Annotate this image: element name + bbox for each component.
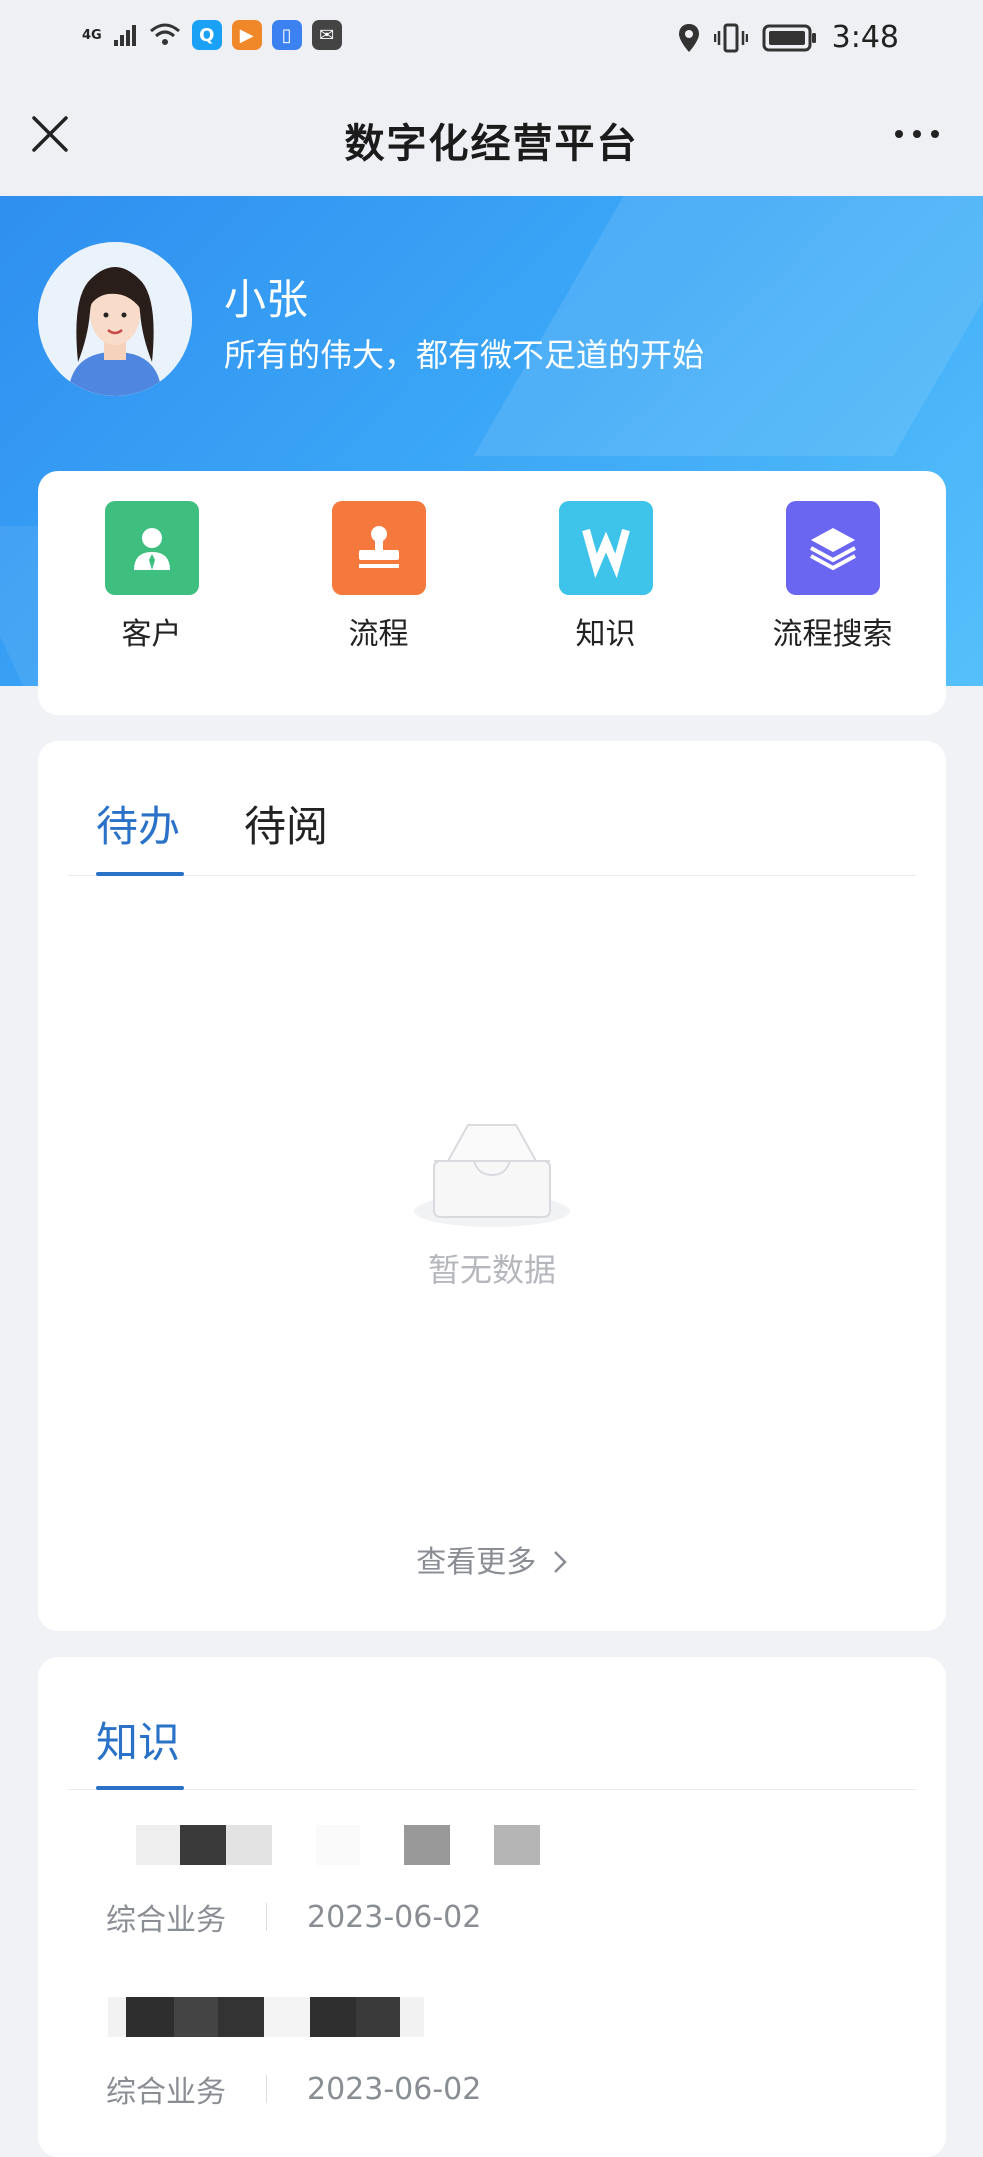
layers-icon [785,501,880,595]
blurred-title [108,1825,908,1865]
active-tab-indicator [96,872,184,876]
knowledge-meta: 综合业务 2023-06-02 [106,1895,908,1939]
empty-box-icon [414,1124,570,1227]
stamp-icon [331,501,426,595]
status-left: 4G Q ▶ ▯ ✉ [82,20,342,50]
location-icon [678,23,699,52]
quick-label-knowledge: 知识 [575,617,636,652]
w-letter-icon [558,501,653,595]
page-title: 数字化经营平台 [344,121,639,167]
quick-item-customer[interactable]: 客户 [52,501,252,653]
knowledge-header: 知识 [68,1657,916,1790]
tab-to-read[interactable]: 待阅 [244,793,328,854]
blurred-title [108,1997,908,2037]
user-motto: 所有的伟大，都有微不足道的开始 [224,336,705,374]
knowledge-item[interactable]: 综合业务 2023-06-02 [106,1825,908,1939]
avatar[interactable] [38,242,192,396]
empty-text: 暂无数据 [427,1251,556,1289]
quick-menu: 客户 流程 知识 流程搜索 [38,471,946,715]
status-bar: 4G Q ▶ ▯ ✉ 3:48 [0,0,983,78]
view-more-label: 查看更多 [416,1545,537,1580]
customer-icon [104,501,199,595]
knowledge-item[interactable]: 综合业务 2023-06-02 [106,1997,908,2111]
quick-item-process-search[interactable]: 流程搜索 [733,501,933,653]
knowledge-card: 知识 综合业务 2023-06-02 综合业务 2023-06-02 [38,1657,946,2157]
user-name: 小张 [224,275,309,324]
knowledge-date: 2023-06-02 [307,2071,482,2107]
clock: 3:48 [831,20,899,55]
knowledge-date: 2023-06-02 [307,1899,482,1935]
phone-app-icon: ▯ [271,20,302,50]
nav-bar: 数字化经营平台 [0,78,983,196]
tab-todo[interactable]: 待办 [96,793,180,854]
quick-item-knowledge[interactable]: 知识 [506,501,706,653]
todo-tabs: 待办 待阅 [68,741,916,876]
quick-label-process: 流程 [348,617,409,652]
vibrate-icon [713,23,748,52]
knowledge-category: 综合业务 [106,1903,226,1938]
empty-state: 暂无数据 [38,1121,946,1291]
signal-icon [113,25,136,46]
view-more-link[interactable]: 查看更多 [38,1537,946,1581]
knowledge-title: 知识 [96,1718,181,1767]
wifi-icon [149,23,180,45]
search-app-icon: Q [191,20,222,50]
knowledge-category: 综合业务 [106,2075,226,2110]
quick-item-process[interactable]: 流程 [279,501,479,653]
knowledge-tab-indicator [96,1786,184,1790]
battery-icon [762,24,816,51]
network-type: 4G [82,27,102,43]
knowledge-meta: 综合业务 2023-06-02 [106,2067,908,2111]
quick-label-process-search: 流程搜索 [772,617,893,652]
todo-card: 待办 待阅 暂无数据 查看更多 [38,741,946,1631]
video-app-icon: ▶ [231,20,262,50]
status-right: 3:48 [678,20,899,55]
chevron-right-icon [553,1551,567,1573]
quick-label-customer: 客户 [121,617,182,652]
mail-app-icon: ✉ [311,20,342,50]
more-menu-icon[interactable] [895,130,939,138]
